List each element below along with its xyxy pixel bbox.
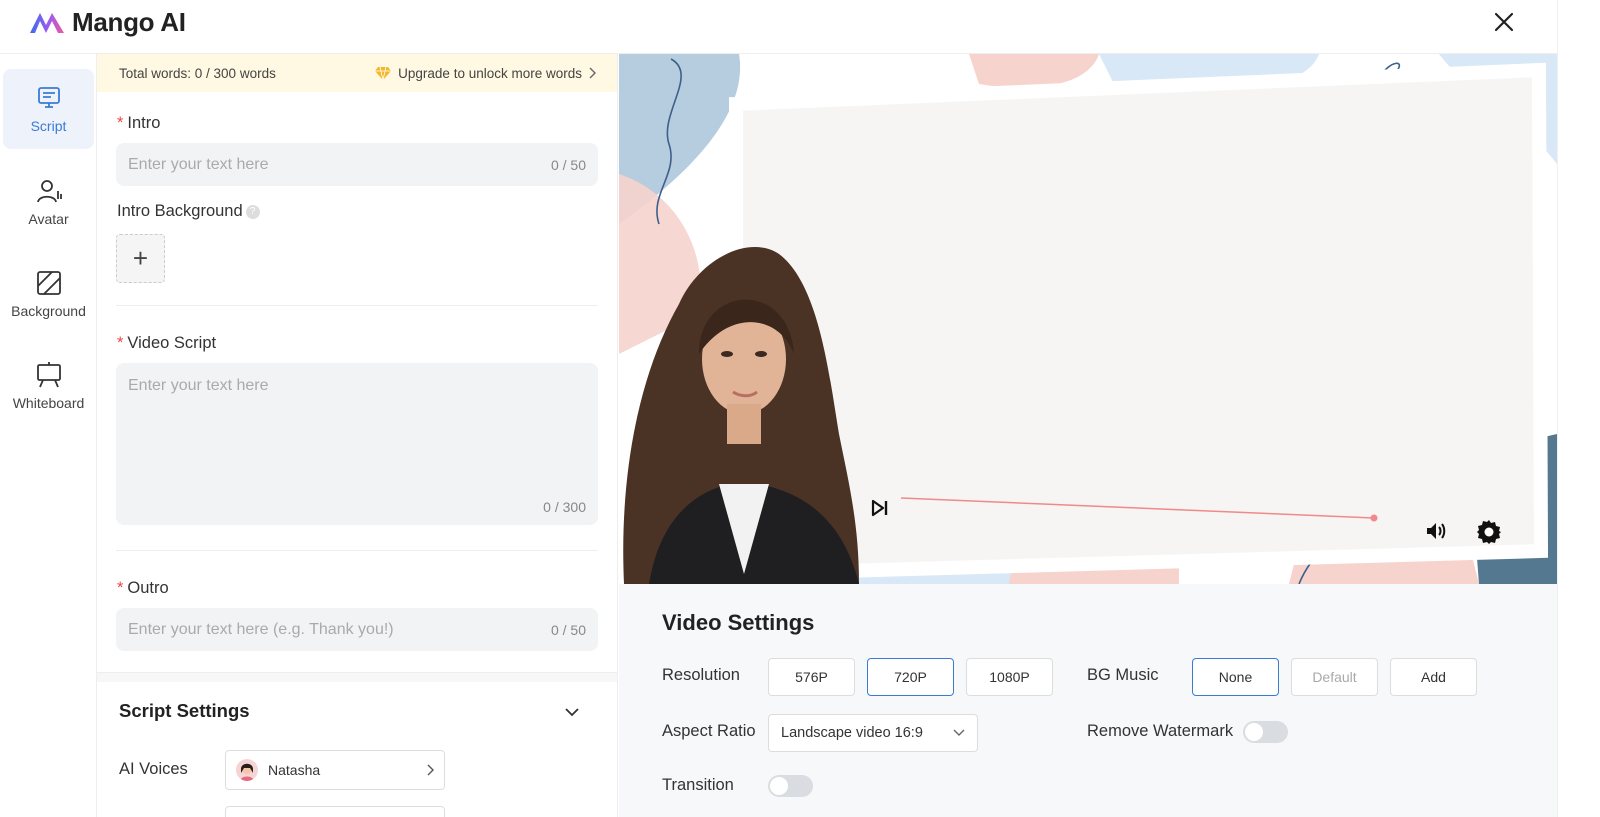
outro-count: 0 / 50	[550, 621, 586, 638]
app-logo: Mango AI	[28, 7, 186, 38]
mango-logo-icon	[30, 12, 64, 33]
intro-label-text: Intro	[127, 114, 161, 132]
close-icon[interactable]	[1491, 9, 1517, 35]
transition-label: Transition	[662, 776, 734, 794]
video-settings-title: Video Settings	[662, 610, 815, 635]
video-script-placeholder: Enter your text here	[128, 377, 269, 394]
nav-label-avatar: Avatar	[28, 211, 69, 227]
help-icon[interactable]: ?	[245, 204, 260, 219]
nav-label-script: Script	[30, 118, 67, 134]
settings-gear-icon[interactable]	[1476, 519, 1502, 545]
bg-music-none-button[interactable]: None	[1192, 658, 1279, 696]
outro-label: * Outro	[117, 579, 169, 598]
avatar-icon	[36, 180, 62, 203]
word-count-bar: Total words: 0 / 300 words Upgrade to un…	[97, 54, 617, 92]
aspect-ratio-select[interactable]: Landscape video 16:9	[768, 714, 978, 752]
add-intro-background-button[interactable]: +	[116, 234, 165, 283]
bg-music-add-button[interactable]: Add	[1390, 658, 1477, 696]
outro-label-text: Outro	[127, 579, 169, 597]
remove-watermark-label: Remove Watermark	[1087, 722, 1234, 740]
section-separator	[97, 672, 617, 682]
remove-watermark-toggle[interactable]	[1243, 721, 1288, 743]
intro-count: 0 / 50	[550, 156, 586, 173]
chevron-down-icon[interactable]	[563, 703, 581, 721]
resolution-576p-button[interactable]: 576P	[768, 658, 855, 696]
resolution-720p-button[interactable]: 720P	[867, 658, 954, 696]
nav-label-whiteboard: Whiteboard	[12, 395, 85, 411]
intro-background-label-text: Intro Background	[117, 202, 243, 220]
diamond-icon	[375, 66, 392, 80]
nav-item-whiteboard[interactable]: Whiteboard	[3, 346, 94, 426]
video-script-count: 0 / 300	[543, 499, 586, 515]
chevron-right-icon	[589, 67, 596, 79]
video-settings-panel: Video Settings Resolution 576P 720P 1080…	[619, 584, 1557, 817]
upgrade-link[interactable]: Upgrade to unlock more words	[374, 66, 596, 81]
secondary-select[interactable]	[225, 806, 445, 817]
divider	[116, 305, 598, 306]
ai-voice-select[interactable]: Natasha	[225, 750, 445, 790]
outro-placeholder: Enter your text here (e.g. Thank you!)	[128, 620, 394, 638]
resolution-label: Resolution	[662, 666, 740, 684]
skip-next-icon[interactable]	[870, 498, 890, 518]
chevron-right-icon	[427, 764, 434, 776]
intro-label: * Intro	[117, 114, 160, 133]
video-script-textarea[interactable]: Enter your text here 0 / 300	[116, 363, 598, 525]
bg-music-default-button[interactable]: Default	[1291, 658, 1378, 696]
divider	[116, 550, 598, 551]
bg-music-label: BG Music	[1087, 666, 1159, 684]
side-nav: Script Avatar Background Whiteboard	[0, 54, 97, 817]
nav-item-background[interactable]: Background	[3, 254, 94, 334]
transition-toggle[interactable]	[768, 775, 813, 797]
nav-label-background: Background	[11, 303, 86, 319]
video-script-label-text: Video Script	[127, 334, 217, 352]
script-panel: Total words: 0 / 300 words Upgrade to un…	[97, 54, 618, 817]
script-icon	[37, 87, 60, 108]
background-icon	[36, 271, 61, 295]
nav-item-avatar[interactable]: Avatar	[3, 162, 94, 242]
whiteboard-icon	[36, 362, 61, 388]
aspect-ratio-value: Landscape video 16:9	[781, 725, 923, 741]
total-words: Total words: 0 / 300 words	[119, 65, 276, 81]
right-edge-panel	[1557, 0, 1600, 817]
intro-input[interactable]: Enter your text here 0 / 50	[116, 143, 598, 186]
required-mark: *	[117, 334, 124, 352]
video-script-label: * Video Script	[117, 334, 216, 353]
voice-avatar	[236, 759, 258, 781]
top-bar: Mango AI	[0, 0, 1557, 54]
outro-input[interactable]: Enter your text here (e.g. Thank you!) 0…	[116, 608, 598, 651]
nav-item-script[interactable]: Script	[3, 69, 94, 149]
video-preview	[619, 54, 1557, 584]
required-mark: *	[117, 114, 124, 132]
intro-placeholder: Enter your text here	[128, 155, 269, 173]
voice-name: Natasha	[268, 762, 321, 778]
script-settings-title: Script Settings	[119, 700, 250, 721]
preview-canvas	[619, 54, 1557, 584]
volume-icon[interactable]	[1424, 519, 1448, 543]
intro-background-label: Intro Background?	[117, 202, 260, 221]
resolution-1080p-button[interactable]: 1080P	[966, 658, 1053, 696]
chevron-down-icon	[953, 729, 965, 736]
ai-voices-label: AI Voices	[119, 760, 188, 778]
app-name: Mango AI	[72, 7, 186, 37]
upgrade-text: Upgrade to unlock more words	[398, 65, 582, 81]
required-mark: *	[117, 579, 124, 597]
aspect-ratio-label: Aspect Ratio	[662, 722, 756, 740]
